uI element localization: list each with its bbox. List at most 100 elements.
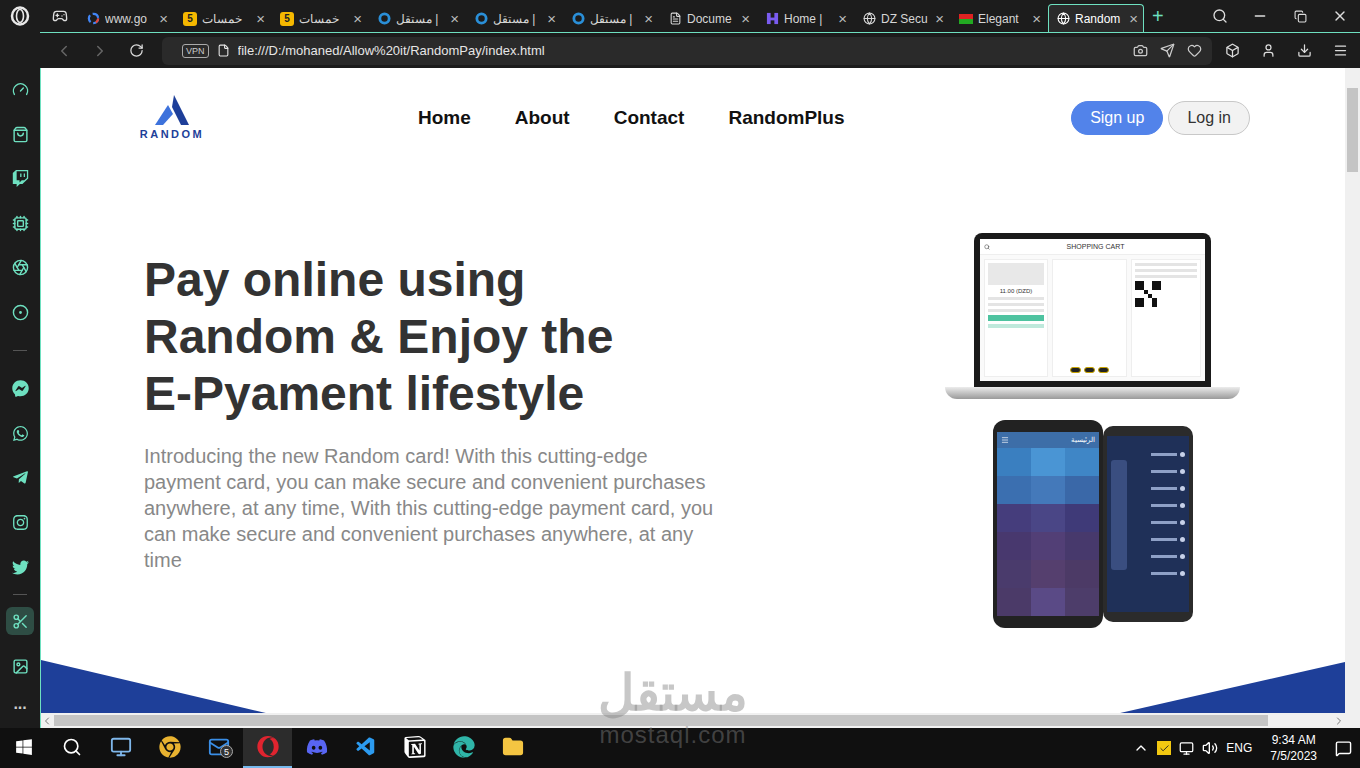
tab-close[interactable]: × (450, 11, 459, 26)
tab[interactable]: مستقل |× (369, 4, 465, 32)
phone-tile (997, 532, 1031, 560)
phone-tiles (997, 448, 1099, 616)
sidebar-item[interactable] (0, 456, 40, 501)
sidebar-item[interactable] (0, 500, 40, 545)
phone-menu-item (1133, 520, 1185, 525)
tab-close[interactable]: × (1032, 11, 1041, 26)
gamepad-icon[interactable] (52, 8, 68, 24)
tab-label: مستقل | (493, 12, 542, 26)
tab-close[interactable]: × (935, 11, 944, 26)
minimize-button[interactable] (1240, 0, 1280, 32)
forward-button[interactable] (84, 37, 116, 65)
sidebar-item[interactable] (0, 366, 40, 411)
sidebar-item[interactable] (0, 157, 40, 202)
tab[interactable]: 5خمسات× (272, 4, 368, 32)
sidebar-more[interactable]: ··· (14, 688, 27, 728)
nav-link[interactable]: RandomPlus (728, 107, 844, 129)
tab[interactable]: Docume× (660, 4, 756, 32)
tab-close[interactable]: × (256, 11, 265, 26)
taskbar-app[interactable] (341, 728, 390, 768)
logo-text: RANDOM (140, 128, 205, 140)
camera-icon[interactable] (1133, 43, 1148, 58)
close-button[interactable] (1320, 0, 1360, 32)
menu-button[interactable] (1324, 37, 1356, 65)
scroll-right-icon[interactable] (1333, 715, 1345, 727)
sidebar-item[interactable] (0, 112, 40, 157)
tab-close[interactable]: × (159, 11, 168, 26)
scroll-thumb[interactable] (54, 715, 1268, 726)
reload-button[interactable] (120, 37, 152, 65)
tab[interactable]: 5خمسات× (175, 4, 271, 32)
sidebar-item[interactable] (0, 246, 40, 291)
nav-link[interactable]: About (515, 107, 570, 129)
page-column: RANDOM Home About Contact RandomPlus Sign upL… (41, 68, 1345, 728)
start-button[interactable] (0, 728, 48, 768)
phone-back-screen (1107, 436, 1189, 612)
vpn-badge[interactable]: VPN (182, 44, 209, 58)
tab[interactable]: www.go× (78, 4, 174, 32)
cart-products (1052, 259, 1127, 377)
tab[interactable]: مستقل |× (563, 4, 659, 32)
tab[interactable]: Elegant × (951, 4, 1047, 32)
log-in-button[interactable]: Log in (1168, 101, 1250, 135)
taskbar-app[interactable]: 5 (194, 728, 243, 768)
downloads-button[interactable] (1288, 37, 1320, 65)
profile-button[interactable] (1252, 37, 1284, 65)
taskbar-app[interactable] (488, 728, 537, 768)
sidebar-item[interactable] (0, 545, 40, 590)
scroll-thumb[interactable] (1347, 88, 1358, 172)
chevron-up-icon[interactable] (1133, 740, 1149, 756)
nav-link[interactable]: Home (418, 107, 471, 129)
tab-close[interactable]: × (741, 11, 750, 26)
tab-close[interactable]: × (353, 11, 362, 26)
horizontal-scrollbar[interactable] (41, 713, 1345, 728)
taskbar-app[interactable] (439, 728, 488, 768)
tab[interactable]: مستقل | × (466, 4, 562, 32)
tab-close[interactable]: × (547, 11, 556, 26)
taskbar-app[interactable] (243, 728, 292, 768)
restore-button[interactable] (1280, 0, 1320, 32)
volume-icon[interactable] (1202, 740, 1218, 756)
sidebar-item[interactable] (0, 599, 40, 644)
sidebar-item[interactable] (0, 411, 40, 456)
scroll-left-icon[interactable] (41, 715, 53, 727)
sign-up-button[interactable]: Sign up (1071, 101, 1163, 135)
scissors-icon (12, 613, 29, 630)
tab[interactable]: Home |× (757, 4, 853, 32)
sidebar-item[interactable] (0, 67, 40, 112)
taskbar-app[interactable] (390, 728, 439, 768)
tab[interactable]: Random× (1048, 4, 1144, 32)
tab[interactable]: DZ Secu× (854, 4, 950, 32)
notification-icon[interactable] (1335, 740, 1352, 757)
taskbar-app[interactable] (96, 728, 145, 768)
taskbar-app[interactable] (292, 728, 341, 768)
search-tabs-button[interactable] (1200, 0, 1240, 32)
vscode-icon (355, 736, 377, 758)
search-button[interactable] (48, 728, 96, 768)
extensions-button[interactable] (1216, 37, 1248, 65)
network-icon[interactable] (1179, 741, 1194, 756)
url[interactable]: file:///D:/mohaned/Allow%20it/RandomPay/… (238, 43, 1125, 58)
tab-close[interactable]: × (1129, 11, 1138, 26)
sidebar-item[interactable] (0, 644, 40, 689)
tab-close[interactable]: × (838, 11, 847, 26)
new-tab-button[interactable]: + (1152, 6, 1164, 26)
tray-app[interactable] (1157, 741, 1171, 755)
vertical-scrollbar[interactable] (1345, 68, 1360, 728)
messenger-icon (12, 380, 29, 397)
back-button[interactable] (48, 37, 80, 65)
site-logo[interactable]: RANDOM (137, 95, 207, 140)
opera-logo[interactable] (0, 0, 40, 67)
tab-close[interactable]: × (644, 11, 653, 26)
sidebar-item[interactable] (0, 201, 40, 246)
send-icon[interactable] (1160, 43, 1175, 58)
sidebar-item[interactable] (0, 290, 40, 335)
address-field[interactable]: VPN file:///D:/mohaned/Allow%20it/RandomP… (162, 37, 1212, 65)
nav-link[interactable]: Contact (614, 107, 685, 129)
tab-label: Elegant (978, 12, 1027, 26)
language[interactable]: ENG (1226, 741, 1252, 755)
heart-icon[interactable] (1187, 43, 1202, 58)
clock[interactable]: 9:34 AM7/5/2023 (1260, 732, 1327, 764)
taskbar-app[interactable] (145, 728, 194, 768)
phone-tile (1031, 448, 1065, 476)
